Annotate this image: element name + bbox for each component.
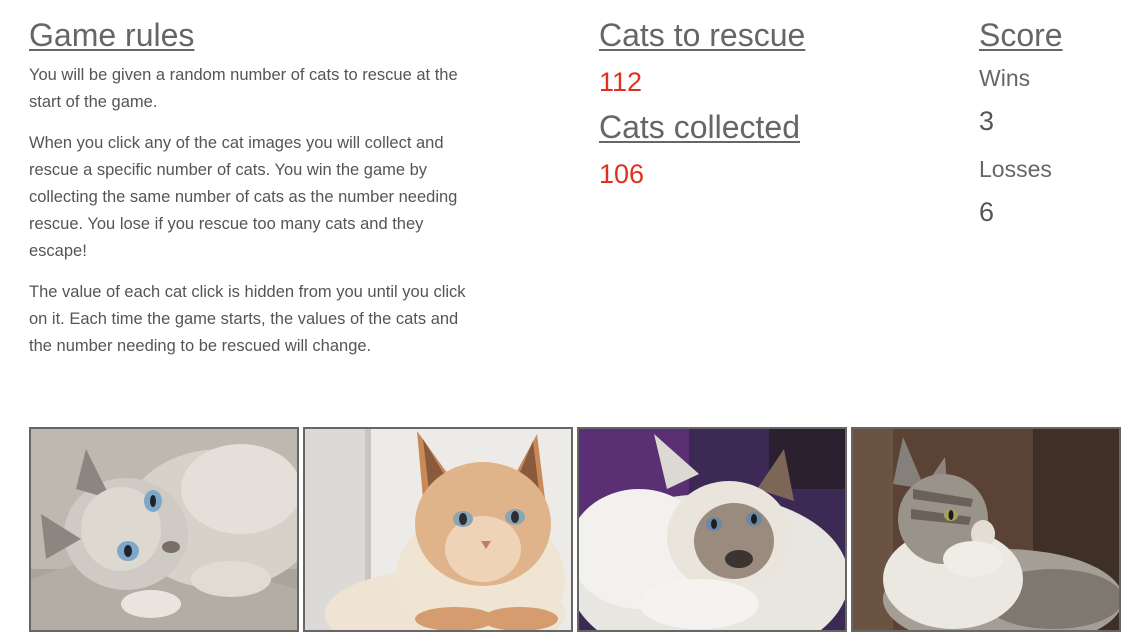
cat-image-fluffy-white-icon (579, 429, 845, 630)
rescue-status-section: Cats to rescue 112 Cats collected 106 (599, 16, 919, 200)
game-rules-section: Game rules You will be given a random nu… (29, 16, 479, 374)
score-section: Score Wins 3 Losses 6 (979, 16, 1129, 228)
rules-paragraph-1: You will be given a random number of cat… (29, 66, 458, 111)
cat-button-4[interactable] (851, 427, 1121, 632)
cats-to-rescue-value: 112 (599, 67, 643, 97)
cats-to-rescue-heading: Cats to rescue (599, 17, 806, 53)
cat-button-3[interactable] (577, 427, 847, 632)
score-heading: Score (979, 17, 1063, 53)
cat-image-siamese-lying-icon (31, 429, 297, 630)
rules-paragraph-2: When you click any of the cat images you… (29, 134, 458, 260)
cats-collected-value: 106 (599, 159, 645, 189)
rules-paragraph-3: The value of each cat click is hidden fr… (29, 283, 466, 355)
cat-button-1[interactable] (29, 427, 299, 632)
cat-image-orange-point-icon (305, 429, 571, 630)
cat-button-2[interactable] (303, 427, 573, 632)
wins-label: Wins (979, 65, 1031, 91)
losses-label: Losses (979, 156, 1052, 182)
game-rules-heading: Game rules (29, 17, 195, 53)
losses-value: 6 (979, 197, 995, 227)
cat-image-tabby-white-icon (853, 429, 1119, 630)
cats-collected-heading: Cats collected (599, 109, 800, 145)
cat-images-row (29, 427, 1121, 632)
game-rules-text: You will be given a random number of cat… (29, 62, 479, 360)
wins-value: 3 (979, 106, 995, 136)
